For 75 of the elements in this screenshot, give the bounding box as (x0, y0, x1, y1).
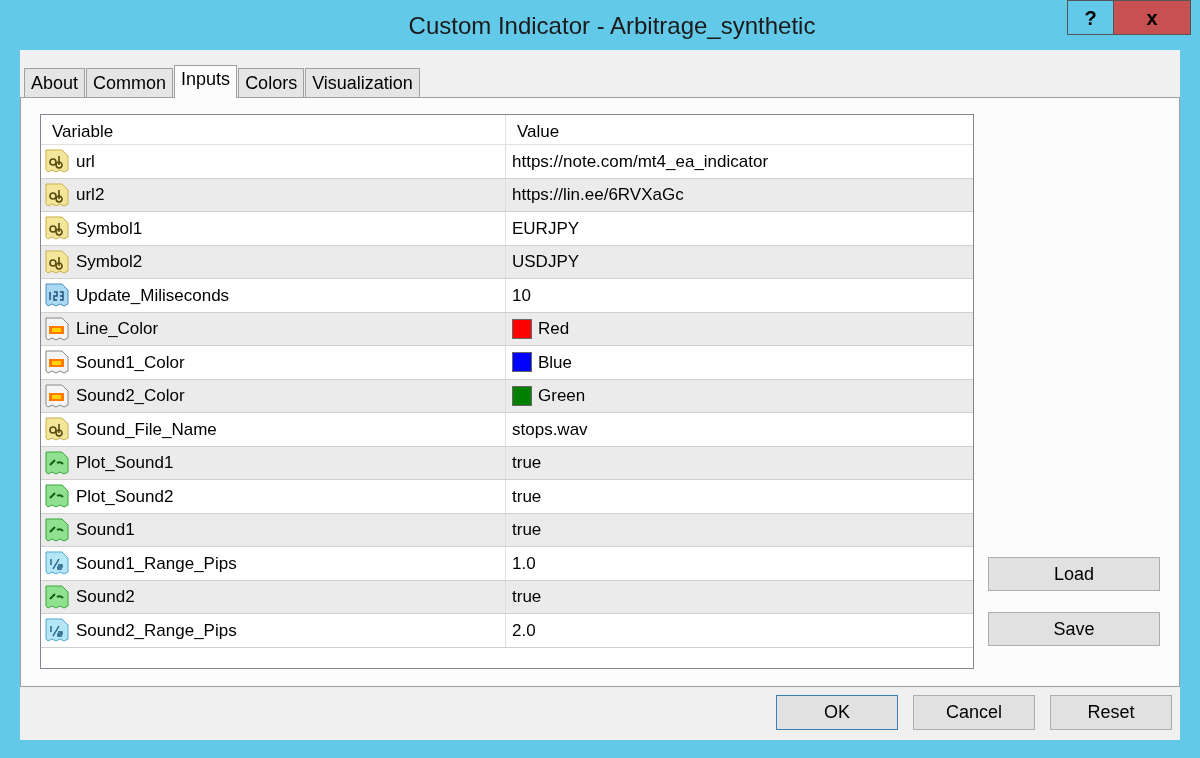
toggle-type-icon (44, 449, 70, 476)
value-text: https://lin.ee/6RVXaGc (512, 184, 684, 206)
variable-name: Plot_Sound1 (76, 452, 174, 474)
tab[interactable]: About (24, 68, 86, 97)
toggle-type-icon (44, 483, 70, 510)
save-button[interactable]: Save (988, 612, 1160, 646)
table-row[interactable]: Plot_Sound1 true (41, 446, 973, 480)
table-row[interactable]: Symbol2 USDJPY (41, 245, 973, 279)
table-row[interactable]: Sound2_Range_Pips 2.0 (41, 614, 973, 648)
cancel-button[interactable]: Cancel (913, 695, 1035, 730)
variable-name: Sound1 (76, 519, 135, 541)
value-text: true (512, 485, 542, 508)
color-type-icon (44, 382, 70, 409)
table-row[interactable]: Plot_Sound2 true (41, 480, 973, 514)
table-row[interactable]: Sound1 true (41, 513, 973, 547)
value-text: 10 (512, 284, 531, 307)
variable-name: Sound1_Color (76, 351, 185, 374)
value-text: 2.0 (512, 619, 536, 642)
color-type-icon (44, 315, 70, 342)
tab[interactable]: Inputs (174, 65, 238, 98)
variable-name: Plot_Sound2 (76, 485, 174, 508)
value-text: USDJPY (512, 251, 580, 273)
text-type-icon (44, 248, 70, 275)
tab[interactable]: Common (86, 68, 174, 97)
decimal-type-icon (44, 617, 70, 644)
column-header: Value (516, 121, 560, 143)
text-type-icon (44, 416, 70, 443)
table-row[interactable]: url https://note.com/mt4_ea_indicator (41, 145, 973, 179)
value-text: 1.0 (512, 552, 536, 575)
value-text: https://note.com/mt4_ea_indicator (512, 150, 769, 173)
table-row[interactable]: Sound1_Color Blue (41, 346, 973, 380)
variable-name: Sound1_Range_Pips (76, 552, 237, 575)
variable-name: Sound2 (76, 586, 135, 608)
variable-name: Line_Color (76, 318, 159, 340)
value-text: EURJPY (512, 217, 580, 240)
value-text: true (512, 586, 542, 608)
variable-name: Sound2_Range_Pips (76, 619, 237, 642)
value-text: Green (538, 385, 586, 407)
text-type-icon (44, 148, 70, 175)
ok-button[interactable]: OK (776, 695, 898, 730)
help-button[interactable]: ? (1067, 0, 1114, 35)
table-row[interactable]: Update_Miliseconds 10 (41, 279, 973, 313)
load-button[interactable]: Load (988, 557, 1160, 591)
variable-name: Sound_File_Name (76, 418, 217, 441)
tab[interactable]: Visualization (305, 68, 420, 97)
variable-name: Symbol1 (76, 217, 143, 240)
table-row[interactable]: Sound_File_Name stops.wav (41, 413, 973, 447)
table-row[interactable]: Line_Color Red (41, 312, 973, 346)
table-row[interactable]: Sound2_Color Green (41, 379, 973, 413)
value-text: stops.wav (512, 418, 588, 441)
toggle-type-icon (44, 516, 70, 543)
value-text: true (512, 452, 542, 474)
tab[interactable]: Colors (238, 68, 305, 97)
decimal-type-icon (44, 550, 70, 577)
table-row[interactable]: Symbol1 EURJPY (41, 212, 973, 246)
reset-button[interactable]: Reset (1050, 695, 1172, 730)
toggle-type-icon (44, 583, 70, 610)
window-title: Custom Indicator - Arbitrage_synthetic (407, 11, 817, 41)
value-text: Blue (538, 351, 573, 374)
table-row[interactable]: Sound1_Range_Pips 1.0 (41, 547, 973, 581)
variable-name: Update_Miliseconds (76, 284, 230, 307)
color-type-icon (44, 349, 70, 376)
variable-name: url2 (76, 184, 105, 206)
variable-name: Sound2_Color (76, 385, 185, 407)
close-button[interactable]: x (1113, 0, 1191, 35)
column-header: Variable (41, 115, 506, 144)
number-type-icon (44, 282, 70, 309)
value-text: Red (538, 318, 570, 340)
variable-name: Symbol2 (76, 251, 143, 273)
text-type-icon (44, 181, 70, 208)
value-text: true (512, 519, 542, 541)
table-row[interactable]: url2 https://lin.ee/6RVXaGc (41, 178, 973, 212)
table-row[interactable]: Sound2 true (41, 580, 973, 614)
text-type-icon (44, 215, 70, 242)
variable-name: url (76, 150, 95, 173)
